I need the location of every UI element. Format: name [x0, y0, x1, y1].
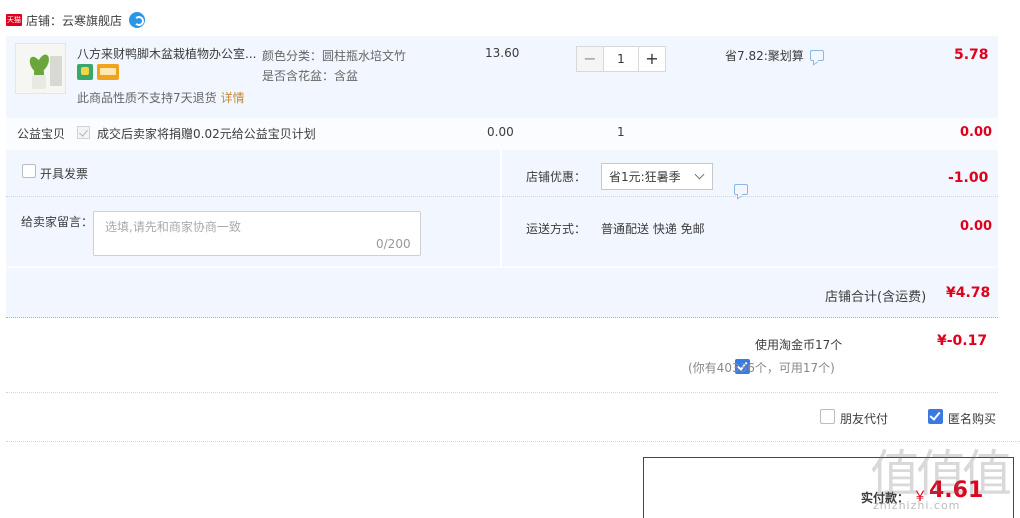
card-badge-icon[interactable] [97, 64, 119, 80]
unit-price: 13.60 [485, 46, 520, 60]
shop-name[interactable]: 店铺：云寒旗舰店 [26, 12, 122, 29]
coins-amount: ¥-0.17 [937, 333, 988, 349]
quantity-input[interactable]: 1 [604, 46, 638, 72]
shop-total-amount: ¥4.78 [946, 285, 991, 301]
discount-selected: 省1元:狂暑季 [609, 170, 681, 184]
charity-price: 0.00 [487, 125, 514, 139]
promo-info: 省7.82:聚划算 [725, 47, 824, 64]
charity-text: 成交后卖家将捐赠0.02元给公益宝贝计划 [97, 127, 316, 141]
service-badge-icon[interactable] [77, 64, 93, 80]
discount-amount: -1.00 [948, 170, 989, 186]
shipping-amount: 0.00 [960, 219, 993, 234]
discount-label: 店铺优惠： [526, 170, 587, 184]
promo-comment-icon[interactable] [809, 50, 824, 61]
note-placeholder: 选填,请先和商家协商一致 [105, 220, 241, 234]
charity-qty: 1 [617, 125, 625, 139]
no-return-notice: 此商品性质不支持7天退货 详情 [77, 89, 245, 106]
discount-select[interactable]: 省1元:狂暑季 [601, 163, 713, 190]
invoice-checkbox[interactable] [22, 164, 36, 178]
divider [6, 392, 998, 393]
watermark-url: zhizhizhi.com [873, 499, 961, 512]
product-badges [77, 64, 119, 80]
shipping-label: 运送方式： [526, 222, 587, 236]
charity-label: 公益宝贝 [17, 127, 66, 141]
promo-text: 省7.82:聚划算 [725, 49, 804, 63]
invoice-label[interactable]: 开具发票 [40, 165, 88, 182]
panel-separator [500, 150, 502, 266]
product-title[interactable]: 八方来财鸭脚木盆栽植物办公室... [77, 45, 256, 62]
tmall-logo-icon: 天猫 [6, 14, 22, 26]
quantity-stepper: − 1 + [576, 46, 666, 72]
note-label: 给卖家留言： [21, 215, 94, 229]
product-thumbnail[interactable] [15, 43, 66, 94]
use-coins-label[interactable]: 使用淘金币17个 [755, 336, 842, 353]
charity-checkbox [77, 126, 90, 139]
sku-color: 颜色分类：圆柱瓶水培文竹 [262, 49, 407, 63]
chevron-down-icon [694, 169, 705, 180]
note-char-count: 0/200 [376, 237, 411, 251]
discount-comment-icon[interactable] [734, 184, 748, 195]
divider [6, 441, 1020, 442]
charity-subtotal: 0.00 [960, 125, 993, 140]
shop-total-label: 店铺合计(含运费) [825, 290, 927, 305]
friend-pay-label[interactable]: 朋友代付 [840, 410, 888, 427]
shop-header: 天猫 店铺：云寒旗舰店 [6, 12, 146, 29]
panel-divider [6, 196, 500, 197]
wangwang-chat-icon[interactable] [129, 12, 146, 28]
no-return-text: 此商品性质不支持7天退货 [77, 91, 217, 105]
sku-pot: 是否含花盆：含盆 [262, 69, 359, 83]
coins-hint: (你有40336个，可用17个) [688, 361, 835, 375]
quantity-plus-button[interactable]: + [638, 46, 666, 72]
detail-link[interactable]: 详情 [221, 91, 245, 105]
item-subtotal: 5.78 [954, 47, 989, 63]
friend-pay-checkbox[interactable] [820, 409, 835, 424]
quantity-minus-button[interactable]: − [576, 46, 604, 72]
anonymous-label[interactable]: 匿名购买 [948, 410, 996, 427]
watermark-logo: 值值值 [870, 445, 1012, 503]
anonymous-checkbox[interactable] [928, 409, 943, 424]
panel-divider [502, 196, 998, 197]
shipping-value: 普通配送 快递 免邮 [601, 222, 705, 236]
